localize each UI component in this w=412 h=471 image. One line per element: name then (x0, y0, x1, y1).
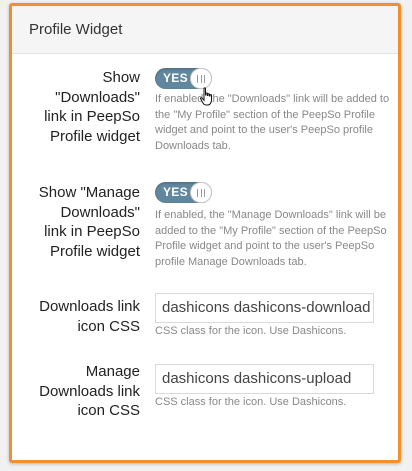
downloads-link-help: If enabled, the "Downloads" link will be… (155, 93, 390, 152)
manage-downloads-link-help: If enabled, the "Manage Downloads" link … (155, 209, 387, 268)
downloads-link-toggle[interactable]: YES (155, 68, 212, 89)
manage-downloads-link-label: Show "Manage Downloads" link in PeepSo P… (38, 184, 140, 260)
manage-downloads-icon-css-label: Manage Downloads link icon CSS (39, 363, 140, 419)
grip-icon (197, 189, 205, 197)
hand-pointer-icon (200, 87, 212, 106)
downloads-link-label: Show "Downloads" link in PeepSo Profile … (44, 69, 140, 145)
grip-icon (197, 75, 205, 83)
manage-downloads-icon-css-help: CSS class for the icon. Use Dashicons. (155, 396, 347, 408)
downloads-icon-css-input[interactable]: dashicons dashicons-download (155, 293, 374, 323)
downloads-icon-css-label: Downloads link icon CSS (39, 298, 140, 335)
settings-panel: Profile Widget Show "Downloads" link in … (9, 3, 401, 463)
downloads-icon-css-help: CSS class for the icon. Use Dashicons. (155, 325, 347, 337)
manage-downloads-link-toggle[interactable]: YES (155, 182, 212, 203)
toggle-knob[interactable] (190, 182, 212, 203)
toggle-knob[interactable] (190, 68, 212, 89)
manage-downloads-icon-css-input[interactable]: dashicons dashicons-upload (155, 364, 374, 394)
toggle-state-text: YES (163, 185, 188, 199)
panel-title: Profile Widget (29, 21, 123, 38)
toggle-state-text: YES (163, 71, 188, 85)
panel-header: Profile Widget (12, 6, 398, 54)
